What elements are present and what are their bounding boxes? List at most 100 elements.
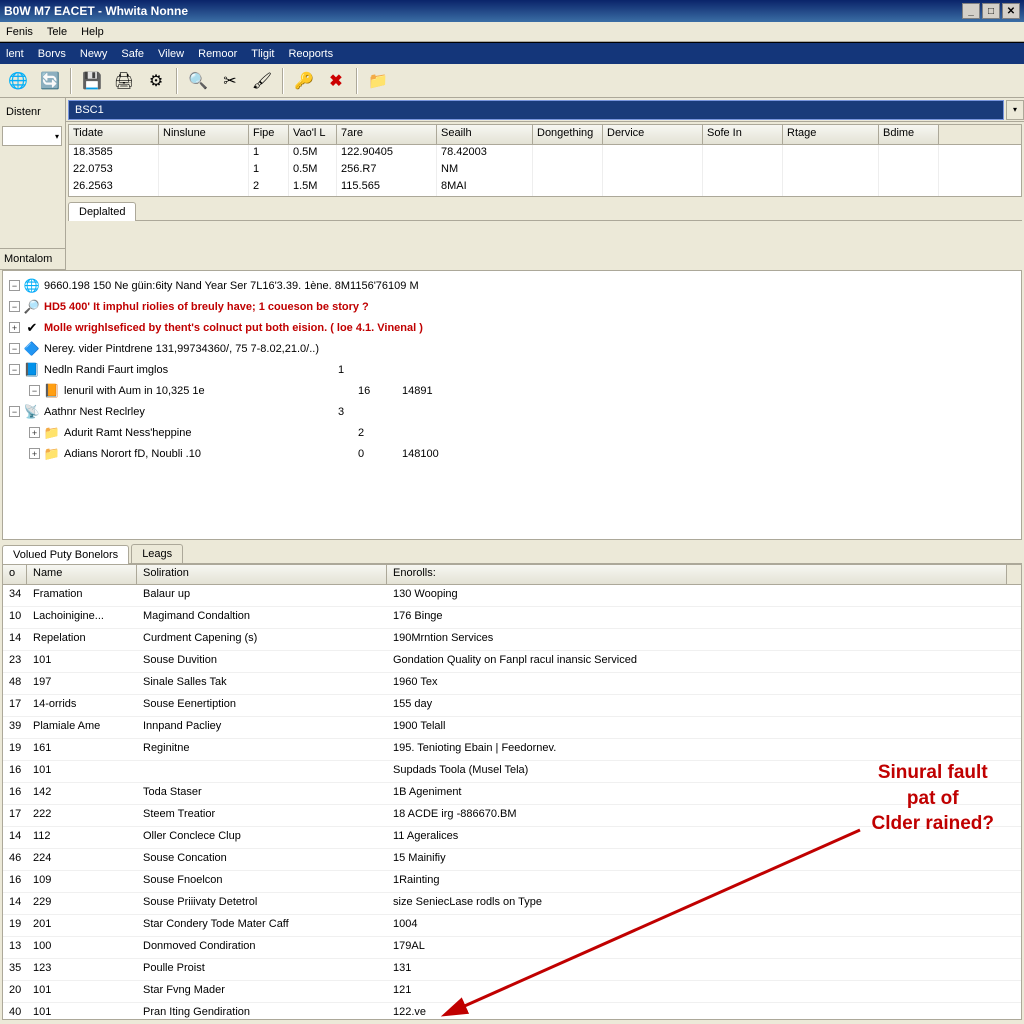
brush-icon[interactable]: 🖌 <box>248 67 276 95</box>
table-cell: 101 <box>27 1003 137 1020</box>
maximize-button[interactable]: □ <box>982 3 1000 19</box>
table-row[interactable]: 17222Steem Treatior18 ACDE irg -886670.B… <box>3 805 1021 827</box>
tree-item[interactable]: +📁Adians Norort fD, Noubli .100148100 <box>9 443 1015 464</box>
table-row[interactable]: 14112Oller Conclece Clup11 Ageralices <box>3 827 1021 849</box>
tab-volued[interactable]: Volued Puty Bonelors <box>2 545 129 564</box>
table-row[interactable]: 10Lachoinigine...Magimand Condaltion176 … <box>3 607 1021 629</box>
table-row[interactable]: 14RepelationCurdment Capening (s)190Mrnt… <box>3 629 1021 651</box>
expand-icon[interactable]: − <box>9 406 20 417</box>
close-button[interactable]: ✕ <box>1002 3 1020 19</box>
tree-item[interactable]: −📙lenuril with Aum in 10,325 1e1614891 <box>9 380 1015 401</box>
search-icon[interactable]: 🔍 <box>184 67 212 95</box>
menu-item[interactable]: Reoports <box>288 48 333 60</box>
expand-icon[interactable]: + <box>29 448 40 459</box>
column-header[interactable]: 7are <box>337 125 437 144</box>
menu-item[interactable]: Newy <box>80 48 108 60</box>
column-header[interactable]: Ninslune <box>159 125 249 144</box>
tree-item[interactable]: +✔Molle wrighlseficed by thent's colnuct… <box>9 317 1015 338</box>
refresh-icon[interactable]: 🔄 <box>36 67 64 95</box>
table-row[interactable]: 20101Star Fvng Mader121 <box>3 981 1021 1003</box>
table-row[interactable]: 19161Reginitne195. Tenioting Ebain | Fee… <box>3 739 1021 761</box>
tree-item[interactable]: −📘Nedln Randi Faurt imglos1 <box>9 359 1015 380</box>
menu-item[interactable]: Safe <box>121 48 144 60</box>
gear-icon[interactable]: ⚙ <box>142 67 170 95</box>
table-row[interactable]: 26.256321.5M115.5658MAI <box>69 179 1021 196</box>
menu-item[interactable]: Tele <box>47 26 67 38</box>
cut-icon[interactable]: ✂ <box>216 67 244 95</box>
column-header[interactable]: Rtage <box>783 125 879 144</box>
table-row[interactable]: 48197Sinale Salles Tak1960 Tex <box>3 673 1021 695</box>
table-cell: 0.5M <box>289 162 337 179</box>
tree-item[interactable]: −📡Aathnr Nest Reclrley3 <box>9 401 1015 422</box>
table-row[interactable]: 34FramationBalaur up130 Wooping <box>3 585 1021 607</box>
globe-icon[interactable]: 🌐 <box>4 67 32 95</box>
column-header[interactable]: Enorolls: <box>387 565 1007 584</box>
delete-icon[interactable]: ✖ <box>322 67 350 95</box>
tab-deplalted[interactable]: Deplalted <box>68 202 136 221</box>
expand-icon[interactable]: + <box>9 322 20 333</box>
path-input[interactable]: BSC1 <box>68 100 1004 120</box>
column-header[interactable]: Soliration <box>137 565 387 584</box>
tree-item[interactable]: −🔎HD5 400' It imphul riolies of breuly h… <box>9 296 1015 317</box>
separator <box>176 68 178 94</box>
tree-item[interactable]: −🔷Nerey. vider Pintdrene 131,99734360/, … <box>9 338 1015 359</box>
path-dropdown[interactable]: ▾ <box>1006 100 1024 120</box>
side-dropdown[interactable]: ▾ <box>2 126 62 146</box>
minimize-button[interactable]: _ <box>962 3 980 19</box>
column-header[interactable]: Sofe In <box>703 125 783 144</box>
tree-item[interactable]: −🌐9660.198 150 Ne güin:6ity Nand Year Se… <box>9 275 1015 296</box>
table-row[interactable]: 16142Toda Staser1B Ageniment <box>3 783 1021 805</box>
table-row[interactable]: 1714-orridsSouse Eenertiption155 day <box>3 695 1021 717</box>
table-row[interactable]: 14229Souse Priiivaty Detetrolsize Seniec… <box>3 893 1021 915</box>
menu-item[interactable]: Fenis <box>6 26 33 38</box>
column-header[interactable]: Name <box>27 565 137 584</box>
column-header[interactable]: Dervice <box>603 125 703 144</box>
menu-item[interactable]: Tligit <box>251 48 274 60</box>
table-row[interactable]: 19201Star Condery Tode Mater Caff1004 <box>3 915 1021 937</box>
expand-icon[interactable]: + <box>29 427 40 438</box>
mid-tab-montalom[interactable]: Montalom <box>0 248 65 270</box>
expand-icon[interactable]: − <box>9 343 20 354</box>
table-cell: 15 Mainifiy <box>387 849 1007 870</box>
column-header[interactable]: Dongething <box>533 125 603 144</box>
table-row[interactable]: 40101Pran Iting Gendiration122.ve <box>3 1003 1021 1020</box>
column-header[interactable]: Fipe <box>249 125 289 144</box>
table-row[interactable]: 13100Donmoved Condiration179AL <box>3 937 1021 959</box>
menu-item[interactable]: lent <box>6 48 24 60</box>
table-row[interactable]: 23101Souse DuvitionGondation Quality on … <box>3 651 1021 673</box>
tab-leags[interactable]: Leags <box>131 544 183 563</box>
table-row[interactable]: 35123Poulle Proist131 <box>3 959 1021 981</box>
expand-icon[interactable]: − <box>9 301 20 312</box>
table-row[interactable]: 39Plamiale AmeInnpand Pacliey1900 Telall <box>3 717 1021 739</box>
key-icon[interactable]: 🔑 <box>290 67 318 95</box>
table-cell: 115.565 <box>337 179 437 196</box>
table-cell: Supdads Toola (Musel Tela) <box>387 761 1007 782</box>
menu-item[interactable]: Help <box>81 26 104 38</box>
column-header[interactable]: o <box>3 565 27 584</box>
tree-panel[interactable]: −🌐9660.198 150 Ne güin:6ity Nand Year Se… <box>2 270 1022 540</box>
table-cell: 1900 Telall <box>387 717 1007 738</box>
table-row[interactable]: 16101Supdads Toola (Musel Tela) <box>3 761 1021 783</box>
table-row[interactable]: 18.358510.5M122.9040578.42003 <box>69 145 1021 162</box>
print-icon[interactable]: 🖨 <box>110 67 138 95</box>
expand-icon[interactable]: − <box>9 364 20 375</box>
column-header[interactable]: Bdime <box>879 125 939 144</box>
folder-icon[interactable]: 📁 <box>364 67 392 95</box>
tree-label: Nedln Randi Faurt imglos <box>44 364 334 376</box>
column-header[interactable]: Vao'l L <box>289 125 337 144</box>
table-row[interactable]: 16109Souse Fnoelcon1Rainting <box>3 871 1021 893</box>
table-row[interactable]: 22.075310.5M256.R7NM <box>69 162 1021 179</box>
table-cell: 14 <box>3 893 27 914</box>
menu-item[interactable]: Vilew <box>158 48 184 60</box>
menu-item[interactable]: Remoor <box>198 48 237 60</box>
column-header[interactable]: Seailh <box>437 125 533 144</box>
table-cell <box>879 179 939 196</box>
expand-icon[interactable]: − <box>9 280 20 291</box>
column-header[interactable]: Tidate <box>69 125 159 144</box>
table-row[interactable]: 46224Souse Concation15 Mainifiy <box>3 849 1021 871</box>
expand-icon[interactable]: − <box>29 385 40 396</box>
menu-item[interactable]: Borvs <box>38 48 66 60</box>
upper-grid-body: 18.358510.5M122.9040578.4200322.075310.5… <box>69 145 1021 196</box>
save-icon[interactable]: 💾 <box>78 67 106 95</box>
tree-item[interactable]: +📁Adurit Ramt Ness'heppine2 <box>9 422 1015 443</box>
